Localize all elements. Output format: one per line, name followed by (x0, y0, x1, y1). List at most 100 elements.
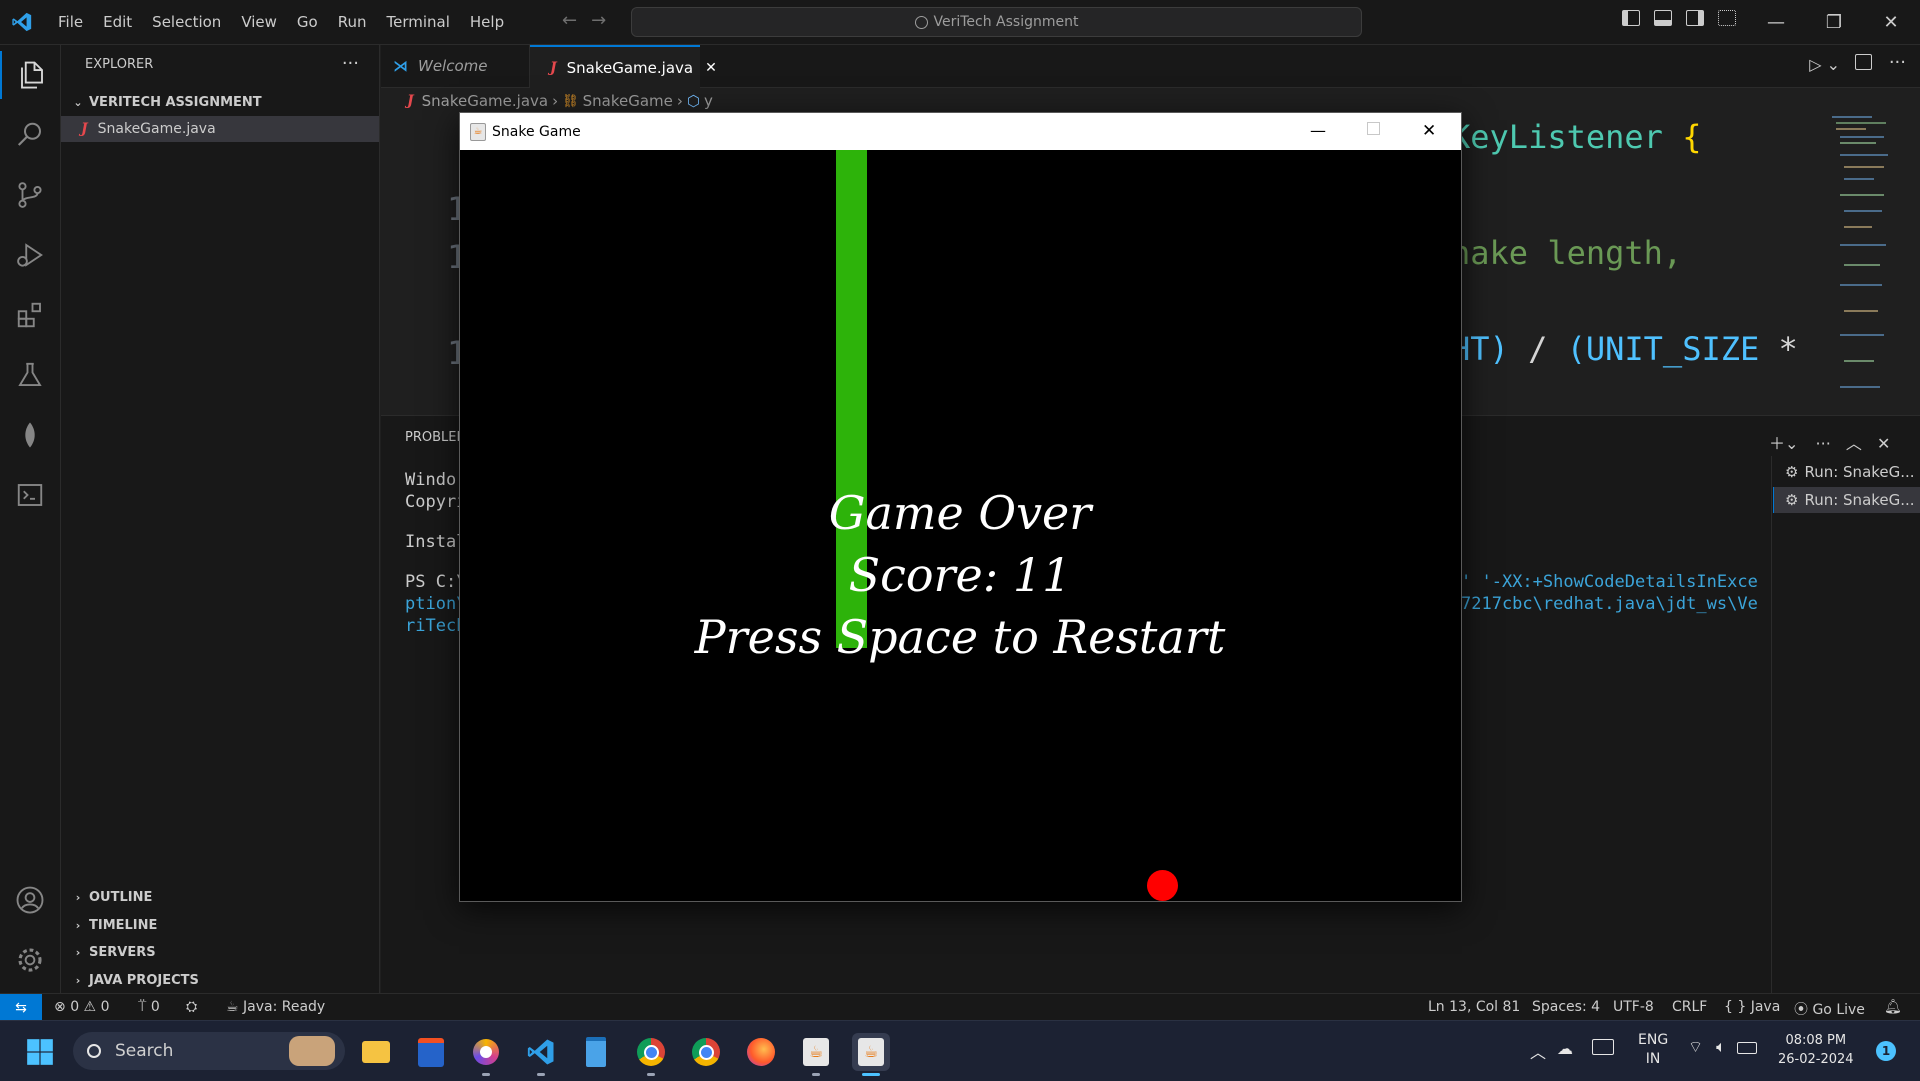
terminal-instance[interactable]: ⚙ Run: SnakeG... (1773, 459, 1920, 485)
system-tray-quick-settings[interactable]: ⌔ 🔈︎ (1688, 1037, 1757, 1057)
breadcrumb-field[interactable]: y (704, 92, 713, 110)
clock[interactable]: 08:08 PM 26-02-2024 (1778, 1031, 1854, 1069)
game-maximize-button[interactable] (1367, 122, 1380, 135)
command-center-search[interactable]: VeriTech Assignment (631, 7, 1362, 37)
accounts-icon[interactable] (0, 876, 60, 924)
explorer-header: EXPLORER (85, 57, 154, 72)
menu-run[interactable]: Run (328, 0, 377, 44)
chrome-profile-k-icon[interactable] (632, 1033, 670, 1071)
chrome-profile-y-icon[interactable] (687, 1033, 725, 1071)
onedrive-offline-icon[interactable]: ☁ (1557, 1039, 1573, 1058)
command-center-label: VeriTech Assignment (933, 14, 1079, 30)
back-arrow-icon[interactable]: ← (562, 10, 591, 31)
testing-flask-icon[interactable] (0, 351, 60, 399)
maximize-panel-icon[interactable]: ︿ (1846, 434, 1862, 453)
toggle-sidebar-icon[interactable] (1622, 10, 1640, 26)
keyboard-icon[interactable] (1592, 1039, 1614, 1055)
start-windows-icon[interactable] (21, 1033, 59, 1071)
debug-status-icon[interactable]: ⛭ (186, 999, 197, 1015)
microsoft-store-icon[interactable] (412, 1033, 450, 1071)
search-icon[interactable] (0, 111, 60, 159)
volume-icon: 🔈︎ (1716, 1037, 1726, 1056)
menu-view[interactable]: View (231, 0, 287, 44)
notepad-icon[interactable] (577, 1033, 615, 1071)
terminal-line: Instal (405, 532, 467, 552)
menu-help[interactable]: Help (460, 0, 514, 44)
app-circle-icon[interactable] (467, 1033, 505, 1071)
panel-more-icon[interactable]: ··· (1816, 434, 1831, 453)
menu-terminal[interactable]: Terminal (377, 0, 460, 44)
toggle-panel-icon[interactable] (1654, 10, 1672, 26)
section-timeline-label: TIMELINE (89, 917, 158, 933)
tab-snakegame-label: SnakeGame.java (566, 59, 694, 77)
section-outline[interactable]: › OUTLINE (61, 884, 379, 910)
game-minimize-button[interactable]: — (1310, 121, 1326, 140)
taskbar-search[interactable]: Search (73, 1032, 345, 1070)
customize-layout-icon[interactable] (1718, 10, 1736, 26)
terminal-instance-active[interactable]: ⚙ Run: SnakeG... (1773, 487, 1920, 513)
file-explorer-icon[interactable] (357, 1033, 395, 1071)
java-status[interactable]: ☕ Java: Ready (226, 999, 325, 1015)
apple-food (1147, 870, 1178, 901)
file-item-snakegame[interactable]: J SnakeGame.java (61, 116, 379, 142)
java-app-icon[interactable]: ☕︎ (797, 1033, 835, 1071)
go-live[interactable]: ⦿ Go Live (1794, 999, 1865, 1019)
title-bar: File Edit Selection View Go Run Terminal… (0, 0, 1920, 45)
source-control-icon[interactable] (0, 171, 60, 219)
firefox-icon[interactable] (742, 1033, 780, 1071)
indentation[interactable]: Spaces: 4 (1532, 999, 1600, 1015)
more-actions-icon[interactable]: ··· (342, 53, 359, 74)
cursor-position[interactable]: Ln 13, Col 81 (1428, 999, 1520, 1015)
breadcrumb-class[interactable]: SnakeGame (583, 92, 673, 110)
close-panel-icon[interactable]: ✕ (1877, 434, 1890, 453)
chevron-right-icon: › (75, 973, 81, 987)
notifications-bell-icon[interactable]: 🔔︎ (1884, 999, 1902, 1015)
problems-status[interactable]: ⊗ 0 ⚠ 0 (54, 999, 109, 1015)
menu-edit[interactable]: Edit (93, 0, 142, 44)
project-folder[interactable]: ⌄ VERITECH ASSIGNMENT (61, 89, 379, 115)
maximize-button[interactable]: ❐ (1805, 0, 1863, 44)
toggle-secondary-sidebar-icon[interactable] (1686, 10, 1704, 26)
java-file-icon: J (407, 93, 414, 109)
manage-gear-icon[interactable] (0, 936, 60, 984)
close-button[interactable]: ✕ (1862, 0, 1920, 44)
code-line-expression: HT) / (UNIT_SIZE * (1451, 330, 1798, 368)
section-servers[interactable]: › SERVERS (61, 939, 379, 965)
editor-tabs: ⋊ Welcome J SnakeGame.java ✕ ▷ ⌄ ··· (381, 45, 1920, 89)
game-canvas[interactable]: Game Over Score: 11 Press Space to Resta… (460, 150, 1460, 901)
ports-status[interactable]: ⍡ 0 (138, 999, 160, 1015)
java-game-active-icon[interactable]: ☕︎ (852, 1033, 890, 1071)
game-close-button[interactable]: ✕ (1422, 121, 1436, 141)
editor-more-icon[interactable]: ··· (1889, 52, 1906, 73)
show-hidden-icons-chevron-icon[interactable]: ︿ (1530, 1039, 1546, 1063)
minimap[interactable] (1830, 114, 1904, 414)
tab-snakegame[interactable]: J SnakeGame.java ✕ (530, 45, 717, 89)
remote-indicator-icon[interactable]: ⇆ (0, 994, 42, 1021)
encoding[interactable]: UTF-8 (1613, 999, 1654, 1015)
extensions-icon[interactable] (0, 291, 60, 339)
menu-selection[interactable]: Selection (142, 0, 231, 44)
menu-file[interactable]: File (48, 0, 93, 44)
explorer-icon[interactable] (0, 51, 62, 99)
notification-badge[interactable]: 1 (1876, 1041, 1896, 1061)
language-mode[interactable]: { } Java (1724, 999, 1780, 1015)
code-token: (UNIT_SIZE (1566, 330, 1760, 368)
tab-welcome[interactable]: ⋊ Welcome (381, 45, 530, 87)
breadcrumb-file[interactable]: SnakeGame.java (422, 92, 548, 110)
split-editor-icon[interactable] (1855, 54, 1872, 70)
forward-arrow-icon[interactable]: → (591, 10, 620, 31)
mongodb-leaf-icon[interactable] (0, 411, 60, 459)
run-debug-icon[interactable] (0, 231, 60, 279)
run-java-icon[interactable]: ▷ ⌄ (1809, 55, 1840, 74)
new-terminal-icon[interactable]: ＋⌄ (1769, 434, 1798, 453)
vscode-taskbar-icon[interactable] (522, 1033, 560, 1071)
section-java-projects[interactable]: › JAVA PROJECTS (61, 967, 379, 993)
close-tab-icon[interactable]: ✕ (705, 60, 717, 76)
section-timeline[interactable]: › TIMELINE (61, 912, 379, 938)
input-language[interactable]: ENG IN (1638, 1031, 1668, 1069)
menu-go[interactable]: Go (287, 0, 328, 44)
panel-tab-problems[interactable]: PROBLEN (405, 430, 466, 445)
minimize-button[interactable]: — (1747, 0, 1805, 44)
terminal-panel-icon[interactable] (0, 471, 60, 519)
line-ending[interactable]: CRLF (1672, 999, 1707, 1015)
